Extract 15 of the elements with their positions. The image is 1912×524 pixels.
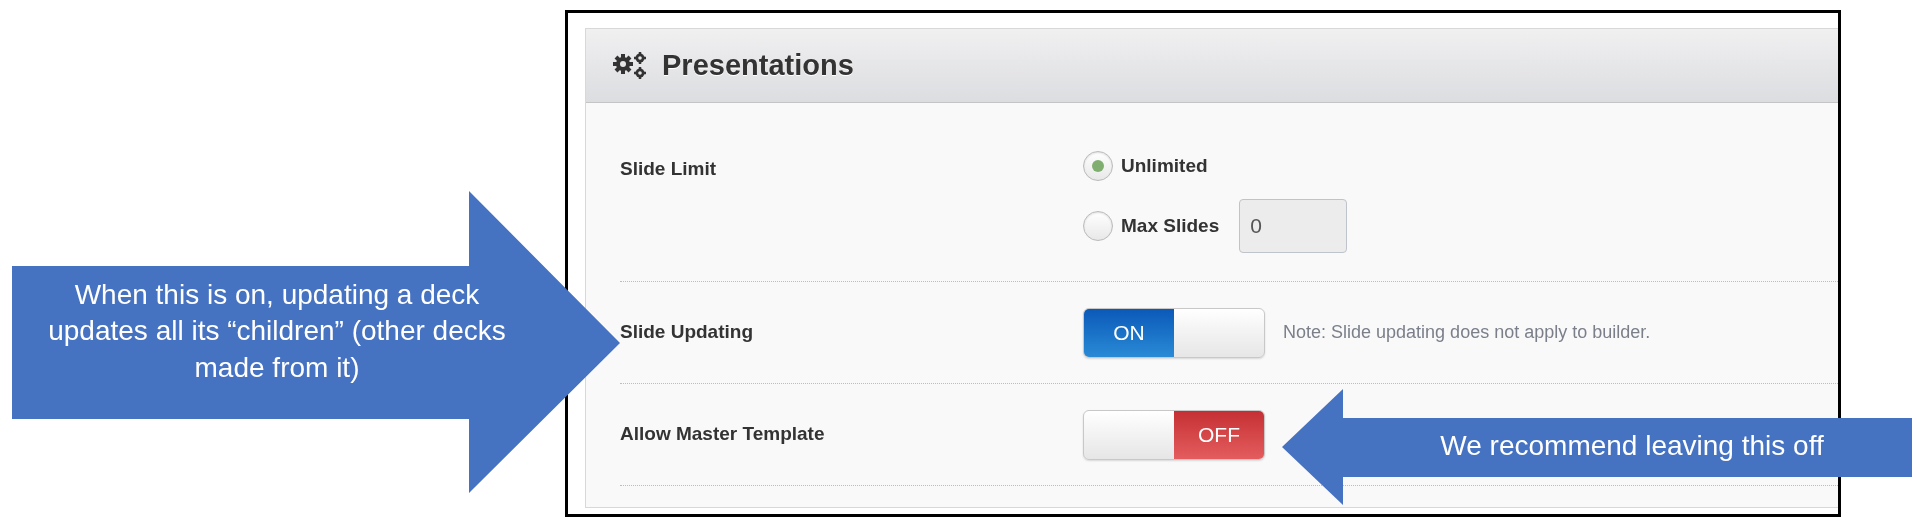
number-field[interactable]: 0: [1239, 199, 1348, 253]
gears-icon: [612, 50, 648, 81]
callout-text: When this is on, updating a deck updates all its “children” (other decks made from it): [47, 278, 507, 385]
radio-label[interactable]: Max Slides: [1121, 211, 1220, 241]
radio-button[interactable]: [1083, 151, 1113, 181]
panel-title: Presentations: [662, 47, 854, 83]
note-text: Note: Slide updating does not apply to builder.: [1283, 321, 1651, 344]
radio-button[interactable]: [1083, 211, 1113, 241]
toggle-switch[interactable]: ON: [1083, 307, 1265, 358]
setting-label: Slide Limit: [620, 157, 718, 181]
callout-text: We recommend leaving this off: [1439, 429, 1825, 463]
setting-label: Allow Master Template: [620, 422, 826, 447]
toggle-switch[interactable]: OFF: [1083, 409, 1265, 460]
radio-label[interactable]: Unlimited: [1121, 151, 1208, 181]
setting-label: Slide Updating: [620, 320, 754, 345]
